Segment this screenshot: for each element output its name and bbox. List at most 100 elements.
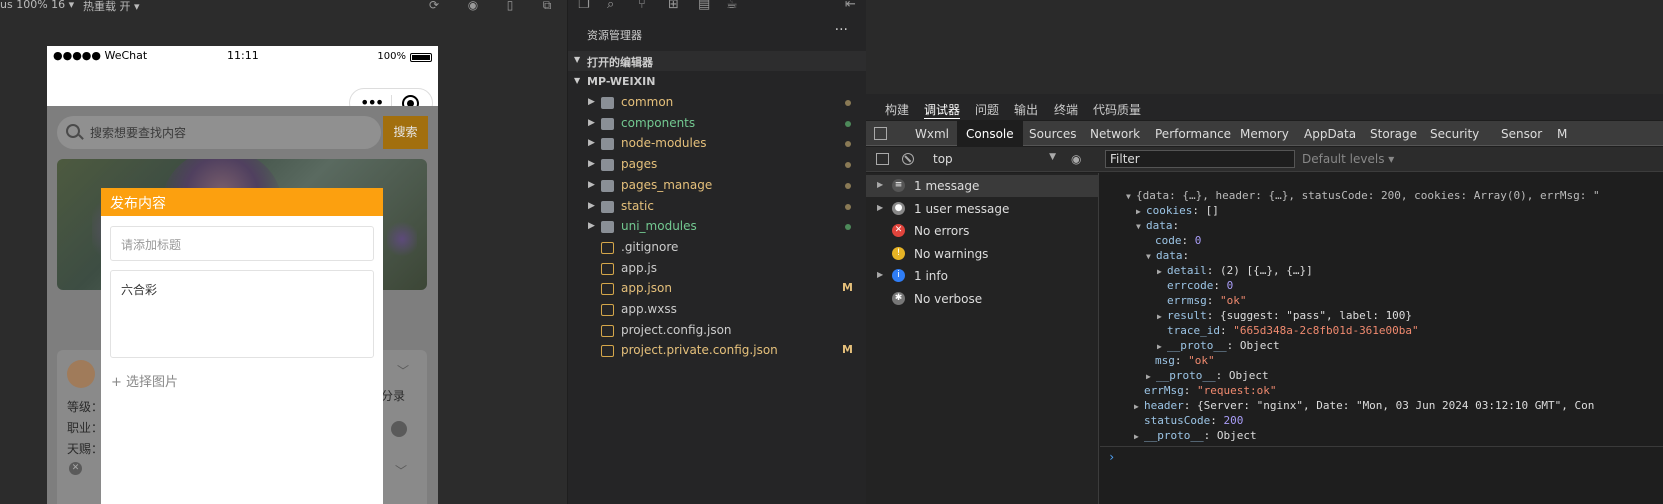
open-editors-section[interactable]: ▼ 打开的编辑器 [568,51,867,71]
context-select[interactable]: top ▼ [926,150,1056,168]
simulator-panel: us 100% 16 ▾ 热重载 开 ▾ ⟳ ◉ ▯ ⧉ ●●●●● WeCha… [0,0,567,504]
search-input[interactable]: 搜索想要查找内容 [57,116,381,149]
folder-item[interactable]: ▶ uni_modules [568,217,867,237]
file-item[interactable]: app.js [568,259,867,279]
tab-output[interactable]: 输出 [1014,101,1038,118]
folder-item[interactable]: ▶ pages [568,155,867,175]
filter-input[interactable]: Filter [1105,150,1295,168]
chevron-right-icon: ▶ [588,179,595,190]
doc-icon[interactable]: ▤ [698,0,710,12]
tab-storage[interactable]: Storage [1370,127,1417,141]
files-icon[interactable]: ❐ [578,0,590,12]
git-status-dot [845,182,851,189]
open-editors-label: 打开的编辑器 [587,56,653,69]
record-icon[interactable]: ◉ [466,0,480,12]
console-filter-item[interactable]: ▶ i 1 info [866,265,1099,287]
tab-build[interactable]: 构建 [885,101,909,118]
status-bar: ●●●●● WeChat 11:11 100% [47,46,438,68]
tab-appdata[interactable]: AppData [1304,127,1356,141]
prop-data-inner[interactable]: ▼ data: [1146,249,1189,262]
tab-security[interactable]: Security [1430,127,1479,141]
console-filter-item[interactable]: ▶ ≡ 1 message [866,175,1099,197]
file-icon [601,345,614,358]
chat-icon[interactable] [391,421,407,437]
sidebar-toggle-icon[interactable] [876,153,889,165]
file-item[interactable]: project.config.json [568,321,867,341]
console-filter-item[interactable]: ▶ ● 1 user message [866,198,1099,220]
collapse-icon[interactable]: ⇤ [845,0,856,12]
console-filter-item[interactable]: ✕ No errors [866,220,1099,242]
search-button[interactable]: 搜索 [383,116,428,149]
avatar[interactable] [67,360,95,388]
pick-images-button[interactable]: + 选择图片 [111,371,178,390]
chevron-down-icon[interactable]: ﹀ [397,362,409,379]
share-label[interactable]: 分录 [381,387,405,404]
eye-icon[interactable]: ◉ [1071,152,1087,166]
chevron-right-icon: ▶ [588,200,595,211]
prop-proto-data[interactable]: ▶ __proto__: Object [1146,369,1269,382]
tab-console[interactable]: Console [957,121,1023,146]
console-prompt[interactable]: › [1100,446,1663,468]
clear-console-icon[interactable] [902,153,914,165]
source-control-icon[interactable]: ⑂ [638,0,646,12]
devtools-tabs: Wxml Console Sources Network Performance… [866,121,1663,146]
prop-proto-inner[interactable]: ▶ __proto__: Object [1157,339,1280,352]
inspect-icon[interactable] [874,127,887,140]
folder-icon [601,179,614,192]
tab-code-quality[interactable]: 代码质量 [1093,101,1141,118]
file-item[interactable]: app.wxss [568,300,867,320]
title-input[interactable]: 请添加标题 [110,226,374,261]
tab-sources[interactable]: Sources [1029,127,1076,141]
tab-performance[interactable]: Performance [1155,127,1231,141]
window-icon[interactable]: ⧉ [540,0,554,12]
zoom-dropdown[interactable]: us 100% 16 ▾ [0,0,74,11]
debug-icon[interactable]: ☕ [726,0,738,12]
folder-item[interactable]: ▶ components [568,114,867,134]
more-actions-icon[interactable]: ··· [835,22,848,38]
tab-problems[interactable]: 问题 [975,101,999,118]
file-item[interactable]: project.private.config.json M [568,341,867,361]
item-name: app.wxss [621,302,677,316]
console-filter-item[interactable]: ! No warnings [866,243,1099,265]
tab-network[interactable]: Network [1090,127,1140,141]
log-summary[interactable]: ▼ {data: {…}, header: {…}, statusCode: 20… [1126,189,1600,202]
gear-icon: ✱ [892,292,905,305]
chevron-right-icon: ▶ [588,138,595,149]
item-name: .gitignore [621,239,679,254]
tab-debugger[interactable]: 调试器 [924,101,961,119]
tab-more[interactable]: M [1557,127,1567,141]
folder-item[interactable]: ▶ node-modules [568,134,867,154]
hotreload-dropdown[interactable]: 热重载 开 ▾ [83,0,140,14]
level-label: 等级： [67,400,104,414]
folder-item[interactable]: ▶ pages_manage [568,176,867,196]
prop-msg: msg: "ok" [1155,354,1215,367]
prop-detail[interactable]: ▶ detail: (2) [{…}, {…}] [1157,264,1313,277]
folder-item[interactable]: ▶ static [568,197,867,217]
tab-terminal[interactable]: 终端 [1054,101,1078,118]
content-textarea[interactable]: 六合彩 [110,270,374,358]
item-name: node-modules [621,136,707,151]
tab-wxml[interactable]: Wxml [915,127,949,141]
prop-cookies[interactable]: ▶ cookies: [] [1136,204,1219,217]
console-filter-label: 1 user message [914,201,1010,216]
search-icon[interactable]: ⌕ [607,0,614,12]
levels-dropdown[interactable]: Default levels ▾ [1302,152,1394,166]
prop-header[interactable]: ▶ header: {Server: "nginx", Date: "Mon, 0… [1134,399,1594,412]
prop-data[interactable]: ▼ data: [1136,219,1179,232]
prop-result[interactable]: ▶ result: {suggest: "pass", label: 100} [1157,309,1412,322]
console-filter-item[interactable]: ✱ No verbose [866,288,1099,310]
refresh-icon[interactable]: ⟳ [427,0,441,12]
extensions-icon[interactable]: ⊞ [668,0,679,12]
chevron-right-icon: ▶ [588,97,595,107]
nav-bar: ••• [47,68,438,118]
folder-item[interactable]: ▶ common [568,93,867,113]
close-icon[interactable]: ✕ [69,462,82,475]
tab-sensor[interactable]: Sensor [1501,127,1542,141]
file-item[interactable]: .gitignore [568,238,867,258]
phone-icon[interactable]: ▯ [503,0,517,12]
file-item[interactable]: app.json M [568,279,867,299]
prop-proto-root[interactable]: ▶ __proto__: Object [1134,429,1257,442]
chevron-down-icon[interactable]: ﹀ [395,462,407,479]
tab-memory[interactable]: Memory [1240,127,1289,141]
project-section[interactable]: ▼ MP-WEIXIN [568,72,867,92]
